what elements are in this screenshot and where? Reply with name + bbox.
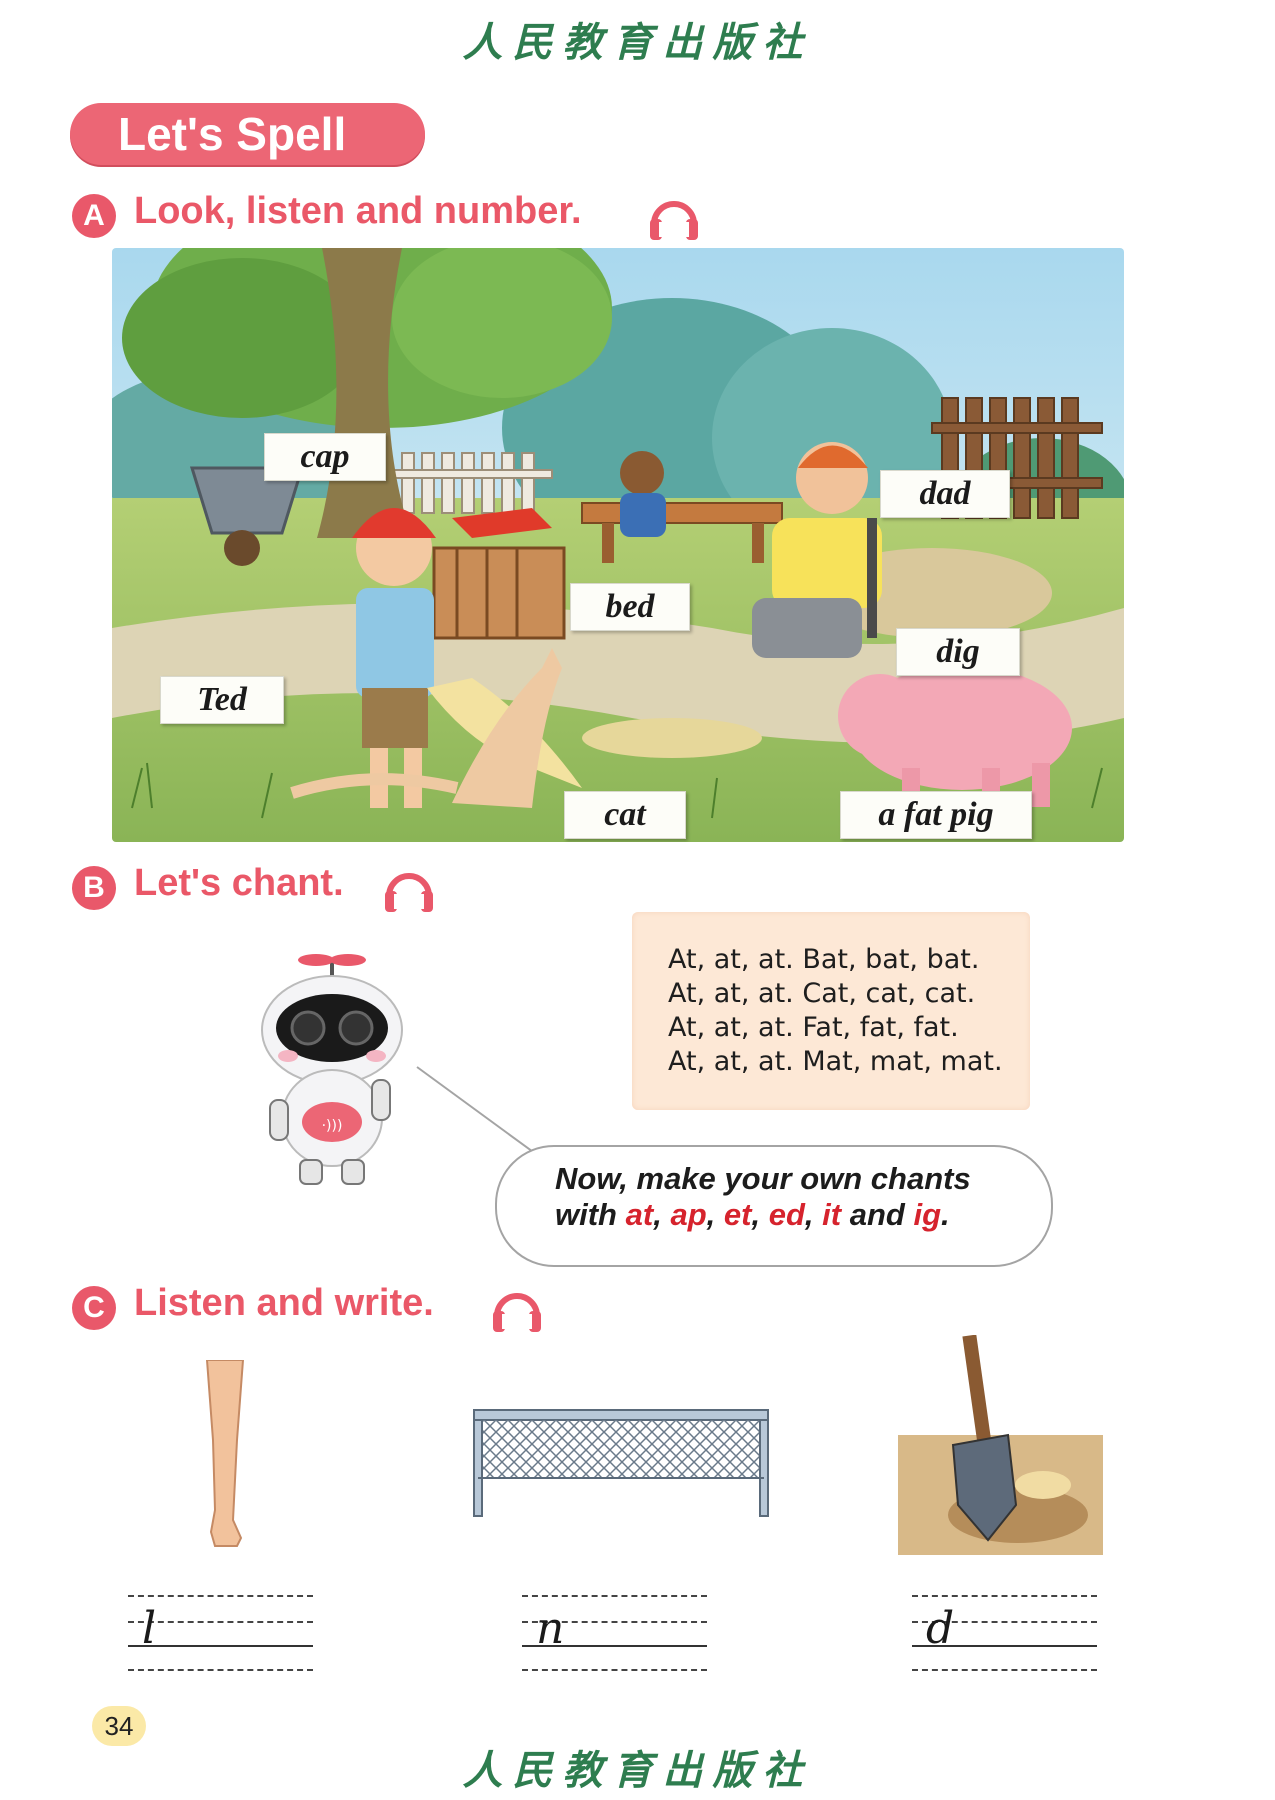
headphone-icon[interactable] [490, 1282, 544, 1336]
comma: , [706, 1197, 716, 1232]
comma: , [653, 1197, 662, 1232]
dashed-line [912, 1595, 1097, 1597]
writing-lines-leg[interactable]: l [128, 1595, 313, 1675]
period: . [941, 1197, 950, 1232]
label-ted: Ted [160, 676, 284, 724]
label-cat: cat [564, 791, 686, 839]
writing-lines-dig[interactable]: d [912, 1595, 1097, 1675]
dashed-line [912, 1669, 1097, 1671]
section-c-title: Listen and write. [134, 1282, 434, 1324]
chant-line: At, at, at. Cat, cat, cat. [668, 978, 976, 1009]
headphone-icon[interactable] [647, 190, 701, 244]
label-a-fat-pig: a fat pig [840, 791, 1032, 839]
bubble-word-ig: ig [913, 1197, 942, 1232]
label-dig: dig [896, 628, 1020, 676]
dashed-line [522, 1595, 707, 1597]
dig-picture [898, 1335, 1103, 1555]
label-dad: dad [880, 470, 1010, 518]
dashed-line [522, 1669, 707, 1671]
chant-line: At, at, at. Fat, fat, fat. [668, 1012, 959, 1043]
dashed-line [128, 1669, 313, 1671]
chant-line: At, at, at. Bat, bat, bat. [668, 944, 980, 975]
bubble-word-and: and [849, 1197, 905, 1232]
comma: , [751, 1197, 761, 1232]
leg-picture [205, 1360, 245, 1547]
bubble-text: Now, make your own chants with at, ap, e… [555, 1161, 971, 1233]
letter-n: n [536, 1603, 565, 1654]
letter-l: l [142, 1603, 157, 1654]
bubble-word-ap: ap [670, 1197, 707, 1232]
section-b-badge: B [72, 866, 116, 910]
bubble-word-ed: ed [768, 1197, 805, 1232]
comma: , [804, 1197, 814, 1232]
speech-bubble: Now, make your own chants with at, ap, e… [495, 1145, 1053, 1267]
section-a-title: Look, listen and number. [134, 190, 582, 232]
label-cap: cap [264, 433, 386, 481]
robot-mascot-icon: ·))) [261, 954, 403, 1185]
bubble-word-it: it [822, 1197, 842, 1232]
lets-spell-banner: Let's Spell [70, 103, 425, 165]
section-c-badge: C [72, 1286, 116, 1330]
writing-lines-net[interactable]: n [522, 1595, 707, 1675]
chant-line: At, at, at. Mat, mat, mat. [668, 1046, 1003, 1077]
dashed-line [128, 1595, 313, 1597]
label-bed: bed [570, 583, 690, 631]
bubble-line-2: with at, ap, et, ed, it and ig. [555, 1197, 971, 1233]
publisher-footer: 人民教育出版社 [462, 1747, 813, 1794]
bubble-line-1: Now, make your own chants [555, 1161, 971, 1196]
headphone-icon[interactable] [382, 862, 436, 916]
net-picture [473, 1409, 769, 1517]
svg-text:·))): ·))) [322, 1118, 343, 1134]
chant-box: At, at, at. Bat, bat, bat. At, at, at. C… [632, 912, 1030, 1110]
bubble-word-with: with [555, 1197, 617, 1232]
section-b-title: Let's chant. [134, 862, 344, 904]
section-a-badge: A [72, 194, 116, 238]
publisher-header: 人民教育出版社 [462, 19, 813, 66]
bubble-word-at: at [625, 1197, 654, 1232]
park-scene-illustration: cap dad bed dig Ted cat a fat pig [112, 248, 1124, 842]
letter-d: d [926, 1603, 955, 1654]
banner-title: Let's Spell [118, 108, 347, 160]
bubble-word-et: et [723, 1197, 752, 1232]
